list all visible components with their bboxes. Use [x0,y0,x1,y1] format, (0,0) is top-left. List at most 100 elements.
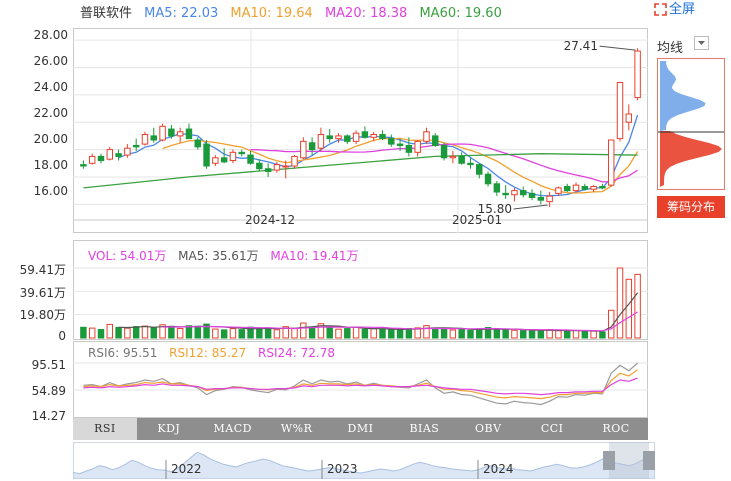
volume-bar [476,328,483,339]
low-annotation-arrow [513,204,548,210]
volume-bar [537,330,545,339]
tab-roc[interactable]: ROC [584,418,648,440]
volume-bar [572,329,580,339]
average-dropdown[interactable] [694,36,709,50]
candle-body [493,183,501,193]
volume-tick: 19.80万 [19,308,66,322]
candle-body [590,186,597,190]
candle-body [563,186,571,192]
rsi-tick: 14.27 [31,409,66,423]
rsi-tick: 95.51 [31,358,66,372]
candle-body [484,173,492,185]
candle-body [176,131,184,137]
volume-bar [379,329,386,339]
volume-bar [124,327,131,339]
volume-bar [335,328,342,339]
candle-body [282,165,289,168]
candle-body [476,164,483,175]
chip-red-distribution [660,131,722,187]
fullscreen-button[interactable]: 全屏 [654,0,695,17]
navigator-right-handle[interactable] [643,451,655,470]
candle-body [194,139,201,148]
volume-bar [88,327,96,339]
candle-body [80,164,87,167]
candle-body [634,50,641,99]
volume-bar [300,322,307,339]
candle-body [352,132,360,142]
tab-obv[interactable]: OBV [456,418,520,440]
volume-bar [502,329,509,339]
chip-distribution-button[interactable]: 筹码分布 [657,196,725,218]
volume-chart [73,267,648,339]
stock-name: 普联软件 [80,6,133,21]
candle-body [247,154,254,164]
navigator-year: 2023 [327,462,358,476]
candle-body [432,135,439,146]
volume-bar [97,329,105,339]
candle-body [256,162,263,170]
candle-body [106,149,114,160]
tab-wr[interactable]: W%R [265,418,329,440]
volume-bar [115,326,122,339]
high-annotation: 27.41 [564,39,598,53]
tab-cci[interactable]: CCI [520,418,584,440]
candle-body [572,184,580,192]
volume-bar [229,328,237,339]
navigator-left-handle[interactable] [603,451,615,470]
volume-bar [326,327,333,339]
ma20-label: MA20: 18.38 [324,6,408,21]
tab-kdj[interactable]: KDJ [137,418,201,440]
candle-body [607,139,615,186]
candle-body [396,143,404,146]
ma5-line [118,114,639,197]
rsi6-line [83,362,638,406]
candle-body [124,147,131,156]
candle-body [238,151,245,155]
candle-body [581,186,589,190]
rsi-tick: 54.89 [31,384,66,398]
candle-body [229,151,237,162]
candle-body [317,134,325,149]
navigator-year: 2022 [171,462,202,476]
volume-bar [599,331,606,339]
volume-bar [528,329,536,339]
tab-rsi[interactable]: RSI [73,418,137,440]
tab-macd[interactable]: MACD [201,418,265,440]
volume-bar [449,329,457,339]
candle-body [264,168,272,172]
volume-tick: 39.61万 [19,286,66,300]
volume-bar [185,325,193,339]
tab-dmi[interactable]: DMI [329,418,393,440]
volume-bar [590,330,597,339]
candle-body [185,128,193,140]
volume-bar [273,329,281,339]
volume-bar [212,328,219,339]
candle-body [449,155,457,159]
price-legend: 普联软件 MA5: 22.03 MA10: 19.64 MA20: 18.38 … [80,2,510,21]
candle-body [335,135,342,140]
candle-body [344,135,351,142]
tab-bias[interactable]: BIAS [392,418,456,440]
candle-body [97,155,105,162]
volume-bar [132,326,140,339]
candle-body [88,155,96,164]
volume-bar [150,327,158,339]
rsi-chart [73,362,648,406]
volume-bar [555,330,562,339]
ma60-line [83,153,638,189]
volume-bar [238,329,245,339]
volume-bar [625,278,633,339]
volume-bar [520,330,527,339]
volume-bar [352,326,360,339]
fullscreen-label: 全屏 [669,2,696,17]
price-tick: 24.00 [33,80,68,94]
candle-body [308,142,316,151]
candle-body [212,157,219,164]
x-tick-label: 2024-12 [245,213,296,227]
volume-bar [432,327,439,339]
candle-body [599,186,606,189]
volume-tick: 0 [58,329,66,343]
price-tick: 26.00 [33,54,68,68]
price-tick: 22.00 [33,106,68,120]
volume-bar [511,329,518,339]
